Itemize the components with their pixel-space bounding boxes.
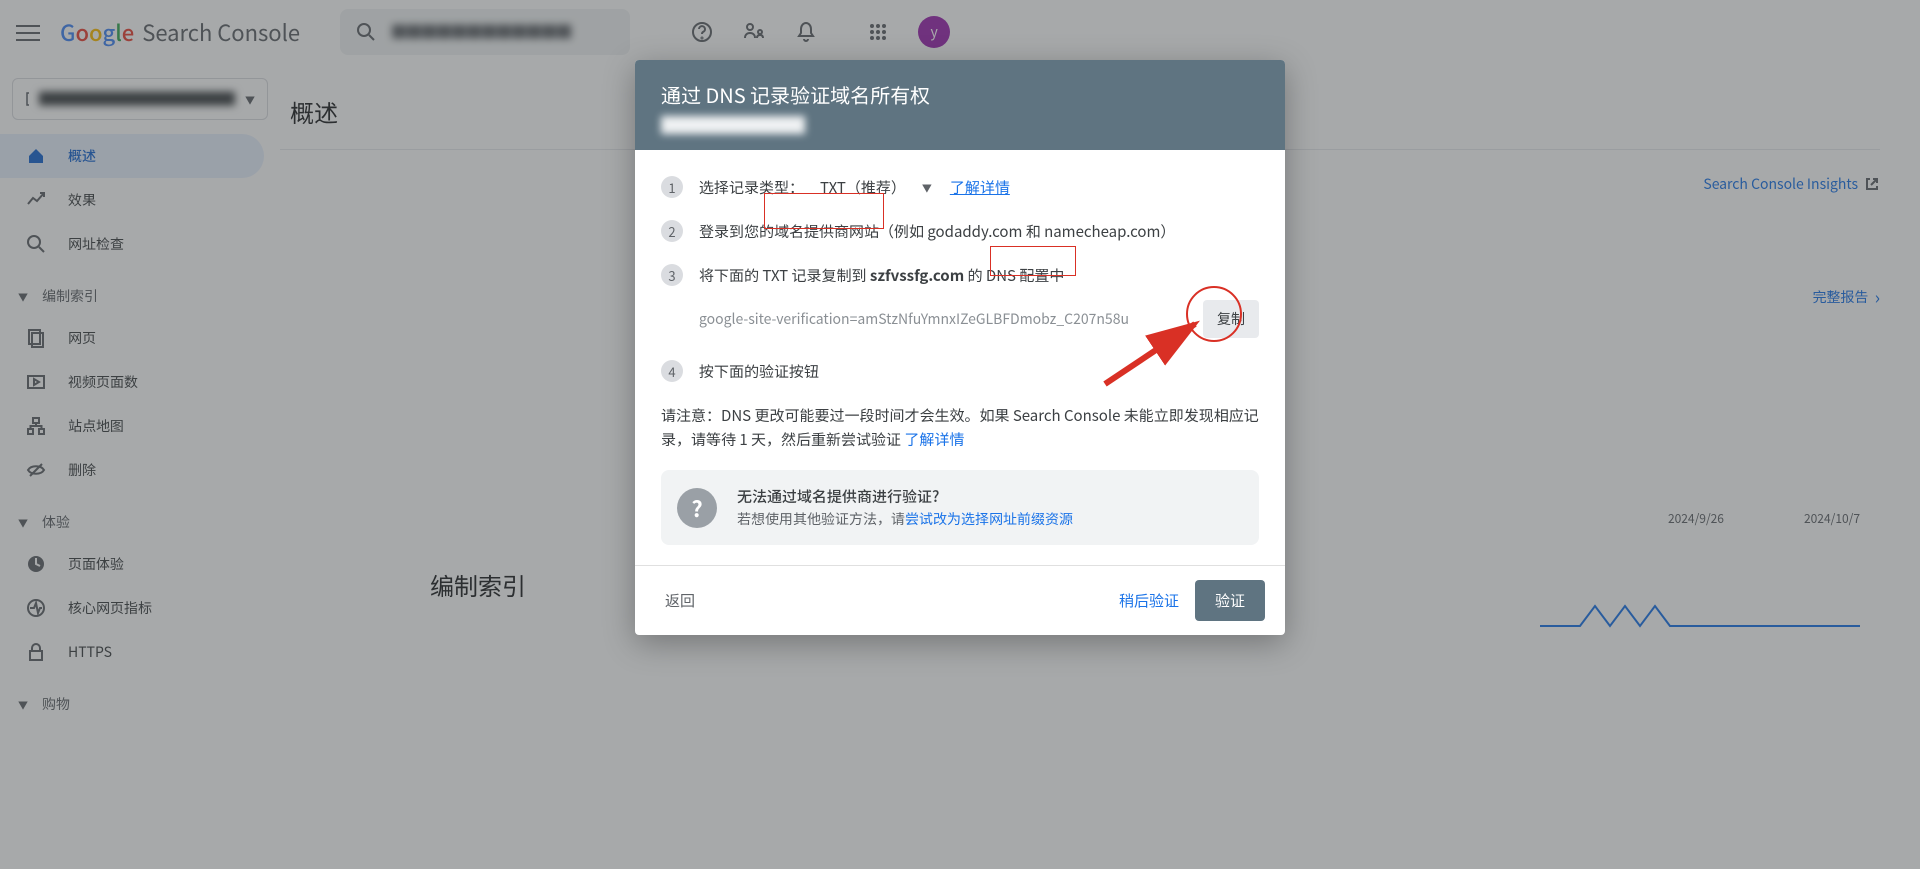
step-number: 4 — [661, 360, 683, 382]
modal-overlay: 通过 DNS 记录验证域名所有权 ████████ 1 选择记录类型： TXT（… — [0, 0, 1920, 869]
select-value: TXT（推荐） — [820, 177, 906, 198]
step-number: 2 — [661, 220, 683, 242]
record-type-select[interactable]: TXT（推荐） ▼ — [820, 177, 932, 198]
modal-subtitle: ████████ — [661, 112, 1259, 138]
switch-method-link[interactable]: 尝试改为选择网址前缀资源 — [905, 509, 1073, 529]
step-label: 选择记录类型： — [699, 177, 804, 198]
copy-button[interactable]: 复制 — [1203, 300, 1259, 338]
modal-footer: 返回 稍后验证 验证 — [635, 565, 1285, 635]
step-number: 3 — [661, 264, 683, 286]
verify-button[interactable]: 验证 — [1195, 580, 1265, 621]
step-1: 1 选择记录类型： TXT（推荐） ▼ 了解详情 — [661, 176, 1259, 198]
verify-domain-modal: 通过 DNS 记录验证域名所有权 ████████ 1 选择记录类型： TXT（… — [635, 60, 1285, 635]
step-2: 2 登录到您的域名提供商网站（例如 godaddy.com 和 namechea… — [661, 220, 1259, 242]
step-number: 1 — [661, 176, 683, 198]
info-box: ? 无法通过域名提供商进行验证? 若想使用其他验证方法，请尝试改为选择网址前缀资… — [661, 470, 1259, 545]
info-title: 无法通过域名提供商进行验证? — [737, 486, 1073, 507]
back-button[interactable]: 返回 — [655, 582, 705, 619]
question-icon: ? — [677, 488, 717, 528]
step-3: 3 将下面的 TXT 记录复制到 szfvssfg.com 的 DNS 配置中 — [661, 264, 1259, 286]
chevron-down-icon: ▼ — [922, 180, 932, 195]
modal-title: 通过 DNS 记录验证域名所有权 — [661, 82, 1259, 108]
modal-header: 通过 DNS 记录验证域名所有权 ████████ — [635, 60, 1285, 150]
step-4: 4 按下面的验证按钮 — [661, 360, 1259, 382]
info-subtitle: 若想使用其他验证方法，请 — [737, 509, 905, 529]
learn-more-link[interactable]: 了解详情 — [950, 177, 1010, 198]
step-text: 将下面的 TXT 记录复制到 szfvssfg.com 的 DNS 配置中 — [699, 265, 1064, 286]
learn-more-link[interactable]: 了解详情 — [904, 429, 964, 450]
verify-later-button[interactable]: 稍后验证 — [1109, 582, 1189, 619]
note-text: 请注意：DNS 更改可能要过一段时间才会生效。如果 Search Console… — [661, 404, 1259, 452]
step-text: 按下面的验证按钮 — [699, 361, 819, 382]
verification-token: google-site-verification=amStzNfuYmnxIZe… — [699, 309, 1129, 329]
step-text: 登录到您的域名提供商网站（例如 godaddy.com 和 namecheap.… — [699, 221, 1175, 242]
